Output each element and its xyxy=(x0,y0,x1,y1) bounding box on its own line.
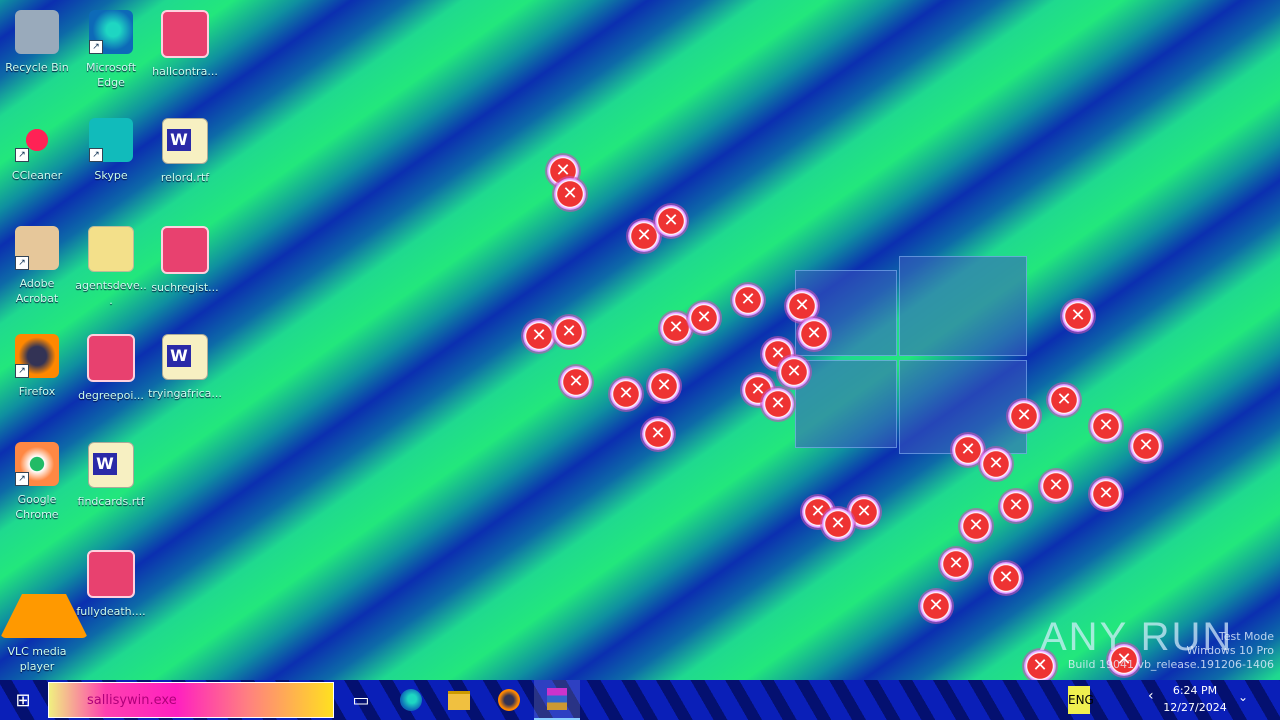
tray-clock[interactable]: 6:24 PM 12/27/2024 xyxy=(1150,682,1240,716)
icon-label: findcards.rtf xyxy=(77,495,145,508)
taskbar-edge[interactable] xyxy=(388,680,434,720)
task-view-button[interactable]: ▭ xyxy=(338,680,384,720)
edge-icon: ↗ xyxy=(89,10,133,54)
desktop-icon[interactable]: ↗ Adobe Acrobat xyxy=(0,216,74,316)
winrar-icon xyxy=(547,688,567,710)
desktop-icon[interactable]: Recycle Bin xyxy=(0,0,74,100)
icon-label: Adobe Acrobat xyxy=(15,277,59,305)
desktop-icon[interactable]: tryingafrica... xyxy=(148,324,222,424)
edge-icon xyxy=(400,689,422,711)
error-x-icon: ✕ xyxy=(655,205,687,237)
image-file-icon xyxy=(87,334,135,382)
file-icon xyxy=(88,226,134,272)
error-x-icon: ✕ xyxy=(920,590,952,622)
taskbar-winrar[interactable] xyxy=(534,680,580,720)
desktop-icon[interactable]: suchregist... xyxy=(148,216,222,316)
error-x-icon: ✕ xyxy=(553,316,585,348)
firefox-icon: ↗ xyxy=(15,334,59,378)
desktop-icon[interactable]: hallcontra... xyxy=(148,0,222,100)
firefox-icon xyxy=(498,689,520,711)
desktop-icon[interactable]: fullydeath.... xyxy=(74,540,148,640)
folder-icon xyxy=(448,690,470,710)
error-x-icon: ✕ xyxy=(648,370,680,402)
error-x-icon: ✕ xyxy=(642,418,674,450)
error-x-icon: ✕ xyxy=(990,562,1022,594)
windows-start-icon: ⊞ xyxy=(15,689,31,711)
error-x-icon: ✕ xyxy=(762,388,794,420)
error-x-icon: ✕ xyxy=(778,356,810,388)
error-x-icon: ✕ xyxy=(980,448,1012,480)
task-view-icon: ▭ xyxy=(352,689,370,711)
os-test-mode: Test Mode xyxy=(1218,630,1274,643)
icon-label: CCleaner xyxy=(11,169,63,182)
error-x-icon: ✕ xyxy=(940,548,972,580)
word-doc-icon xyxy=(162,118,208,164)
desktop-icon[interactable]: ↗ Google Chrome xyxy=(0,432,74,532)
desktop-icon[interactable]: findcards.rtf xyxy=(74,432,148,532)
icon-label: relord.rtf xyxy=(160,171,210,184)
error-x-icon: ✕ xyxy=(1062,300,1094,332)
windows-logo-wallpaper xyxy=(795,242,1027,454)
desktop: Recycle Bin ↗ Microsoft Edge hallcontra.… xyxy=(0,0,1280,682)
desktop-icon[interactable]: agentsdeve... xyxy=(74,216,148,316)
image-file-icon xyxy=(161,10,209,58)
icon-label: agentsdeve... xyxy=(75,279,147,307)
os-edition: Windows 10 Pro xyxy=(1186,644,1274,657)
desktop-icon[interactable]: ↗ CCleaner xyxy=(0,108,74,208)
notification-icon[interactable]: ⌄ xyxy=(1238,690,1248,704)
ccleaner-icon: ↗ xyxy=(15,118,59,162)
desktop-icon[interactable]: VLC media player xyxy=(0,540,88,673)
taskbar-file-explorer[interactable] xyxy=(436,680,482,720)
icon-label: degreepoi... xyxy=(78,389,144,402)
word-doc-icon xyxy=(88,442,134,488)
icon-label: fullydeath.... xyxy=(76,605,146,618)
error-x-icon: ✕ xyxy=(732,284,764,316)
error-x-icon: ✕ xyxy=(1000,490,1032,522)
word-doc-icon xyxy=(162,334,208,380)
icon-label: Skype xyxy=(94,169,128,182)
error-x-icon: ✕ xyxy=(523,320,555,352)
icon-label: Google Chrome xyxy=(15,493,59,521)
chrome-icon: ↗ xyxy=(15,442,59,486)
acrobat-icon: ↗ xyxy=(15,226,59,270)
skype-icon: ↗ xyxy=(89,118,133,162)
clock-date: 12/27/2024 xyxy=(1163,701,1227,714)
desktop-icon[interactable]: ↗ Skype xyxy=(74,108,148,208)
language-indicator[interactable]: ENG xyxy=(1068,686,1094,714)
search-input-text: sallisywin.exe xyxy=(87,693,177,708)
taskbar-firefox[interactable] xyxy=(486,680,532,720)
error-x-icon: ✕ xyxy=(1040,470,1072,502)
error-x-icon: ✕ xyxy=(822,508,854,540)
error-x-icon: ✕ xyxy=(1130,430,1162,462)
clock-time: 6:24 PM xyxy=(1172,684,1218,697)
error-x-icon: ✕ xyxy=(1048,384,1080,416)
error-x-icon: ✕ xyxy=(1090,478,1122,510)
error-x-icon: ✕ xyxy=(610,378,642,410)
icon-label: Firefox xyxy=(18,385,56,398)
icon-label: hallcontra... xyxy=(152,65,218,78)
image-file-icon xyxy=(161,226,209,274)
os-build-text: Test Mode Windows 10 Pro Build 19041.vb_… xyxy=(1068,630,1274,672)
desktop-icon[interactable]: ↗ Firefox xyxy=(0,324,74,424)
icon-label: tryingafrica... xyxy=(148,387,222,400)
error-x-icon: ✕ xyxy=(560,366,592,398)
error-x-icon: ✕ xyxy=(688,302,720,334)
icon-label: VLC media player xyxy=(7,645,67,673)
image-file-icon xyxy=(87,550,135,598)
icon-label: Recycle Bin xyxy=(5,61,69,74)
icon-label: Microsoft Edge xyxy=(85,61,137,89)
error-x-icon: ✕ xyxy=(554,178,586,210)
error-x-icon: ✕ xyxy=(798,318,830,350)
desktop-icon[interactable]: ↗ Microsoft Edge xyxy=(74,0,148,100)
os-build: Build 19041.vb_release.191206-1406 xyxy=(1067,658,1274,671)
error-x-icon: ✕ xyxy=(1090,410,1122,442)
desktop-icon[interactable]: degreepoi... xyxy=(74,324,148,424)
recycle-bin-icon xyxy=(15,10,59,54)
icon-label: suchregist... xyxy=(151,281,219,294)
error-x-icon: ✕ xyxy=(960,510,992,542)
desktop-icon[interactable]: relord.rtf xyxy=(148,108,222,208)
error-x-icon: ✕ xyxy=(1008,400,1040,432)
start-button[interactable]: ⊞ xyxy=(0,680,46,720)
taskbar-search-input[interactable]: sallisywin.exe xyxy=(48,682,334,718)
